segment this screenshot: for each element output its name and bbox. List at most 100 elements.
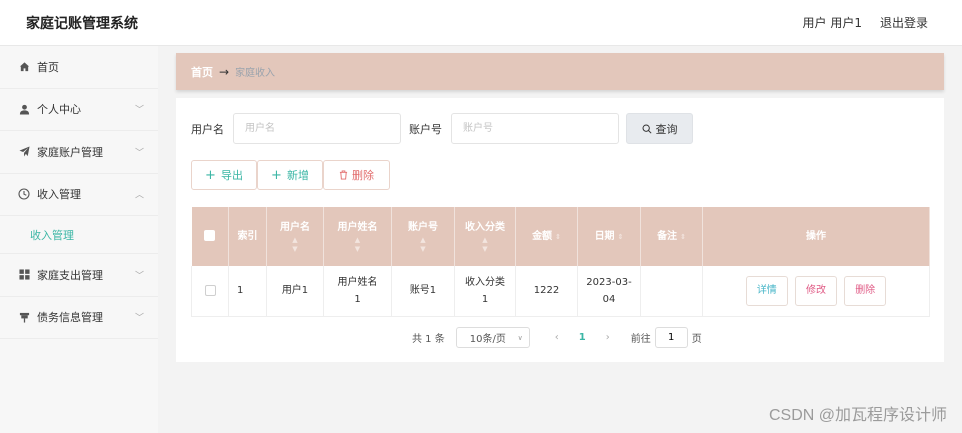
trash-icon bbox=[339, 170, 348, 180]
chevron-down-icon: ﹀ bbox=[134, 313, 144, 324]
delete-button[interactable]: 删除 bbox=[323, 160, 390, 190]
sidebar-item-debt-info[interactable]: 债务信息管理 ﹀ bbox=[0, 297, 158, 339]
cell-amount: 1222 bbox=[515, 266, 578, 317]
main-panel: 用户名 账户号 查询 + 导出 + 新增 删除 bbox=[176, 98, 944, 362]
chevron-up-icon: ︿ bbox=[134, 190, 144, 201]
sort-icon[interactable]: ⇕ bbox=[680, 233, 686, 241]
sidebar-item-label: 首页 bbox=[37, 60, 59, 74]
delete-button-label: 删除 bbox=[352, 169, 374, 182]
search-form: 用户名 账户号 查询 bbox=[191, 113, 693, 144]
submenu-item-income-management[interactable]: 收入管理 bbox=[0, 216, 158, 254]
prev-page-icon[interactable]: ‹ bbox=[550, 332, 564, 343]
home-icon bbox=[18, 61, 30, 73]
user-icon bbox=[18, 103, 30, 115]
pagination: 共 1 条 10条/页 ∨ ‹ 1 › 前往 页 bbox=[412, 327, 702, 348]
clock-icon bbox=[18, 188, 30, 200]
query-button-label: 查询 bbox=[655, 122, 678, 136]
sidebar-item-label: 个人中心 bbox=[37, 103, 81, 117]
sort-icon[interactable]: ⇕ bbox=[618, 233, 624, 241]
select-all-cell bbox=[191, 207, 229, 266]
column-header-remark[interactable]: 备注 ⇕ bbox=[640, 207, 703, 266]
grid-icon bbox=[18, 269, 30, 281]
row-select-cell bbox=[191, 266, 229, 317]
edit-button[interactable]: 修改 bbox=[795, 275, 837, 306]
action-toolbar: + 导出 + 新增 删除 bbox=[191, 160, 390, 190]
sort-icon[interactable]: ▲ ▼ bbox=[324, 236, 391, 254]
detail-button[interactable]: 详情 bbox=[745, 275, 788, 306]
sidebar-item-income[interactable]: 收入管理 ︿ bbox=[0, 174, 158, 216]
sort-icon[interactable]: ▲ ▼ bbox=[392, 236, 454, 254]
sidebar-item-family-account[interactable]: 家庭账户管理 ﹀ bbox=[0, 131, 158, 174]
sidebar: 首页 个人中心 ﹀ 家庭账户管理 ﹀ 收入管理 ︿ 收入管理 家庭支出管理 ﹀ … bbox=[0, 46, 158, 433]
total-count: 共 1 条 bbox=[412, 334, 445, 345]
username-search-input[interactable] bbox=[233, 113, 401, 144]
account-search-input[interactable] bbox=[451, 113, 619, 144]
breadcrumb: 首页 → 家庭收入 bbox=[176, 53, 944, 90]
current-user[interactable]: 用户 用户1 bbox=[803, 14, 862, 31]
sidebar-item-family-expense[interactable]: 家庭支出管理 ﹀ bbox=[0, 254, 158, 297]
page-number-current[interactable]: 1 bbox=[579, 332, 586, 343]
breadcrumb-current: 家庭收入 bbox=[235, 68, 276, 79]
column-header-category[interactable]: 收入分类 ▲ ▼ bbox=[454, 207, 516, 266]
top-header: 家庭记账管理系统 用户 用户1 退出登录 bbox=[0, 0, 962, 46]
chevron-down-icon: ﹀ bbox=[134, 271, 144, 282]
page-size-select[interactable]: 10条/页 ∨ bbox=[455, 327, 530, 348]
column-header-index: 索引 bbox=[228, 207, 267, 266]
add-button[interactable]: + 新增 bbox=[257, 160, 323, 190]
page-suffix-label: 页 bbox=[691, 334, 702, 345]
cell-remark bbox=[640, 266, 703, 317]
query-button[interactable]: 查询 bbox=[626, 113, 693, 144]
goto-page-input[interactable] bbox=[654, 327, 688, 348]
sort-icon[interactable]: ⇕ bbox=[555, 233, 561, 241]
search-icon bbox=[642, 124, 652, 134]
income-table: 索引 用户名 ▲ ▼ 用户姓名 ▲ ▼ 账户号 ▲ ▼ 收入分类 ▲ ▼ 金额 ⇕ 日期 ⇕ 备注 ⇕… bbox=[191, 207, 930, 317]
next-page-icon[interactable]: › bbox=[601, 332, 615, 343]
send-icon bbox=[18, 146, 30, 158]
sidebar-item-label: 债务信息管理 bbox=[37, 311, 103, 325]
table-row: 1 用户1 用户姓名 1 账号1 收入分类 1 1222 2023-03- 04 详情… bbox=[191, 266, 930, 317]
watermark: CSDN @加瓦程序设计师 bbox=[768, 407, 947, 424]
column-header-username[interactable]: 用户名 ▲ ▼ bbox=[266, 207, 324, 266]
plus-icon: + bbox=[205, 167, 216, 183]
sidebar-item-profile[interactable]: 个人中心 ﹀ bbox=[0, 89, 158, 131]
add-button-label: 新增 bbox=[286, 169, 309, 182]
cell-ops: 详情 修改 删除 bbox=[702, 266, 930, 317]
account-label: 账户号 bbox=[409, 122, 442, 136]
row-checkbox[interactable] bbox=[204, 284, 216, 296]
sidebar-item-label: 家庭支出管理 bbox=[37, 268, 103, 282]
column-header-ops: 操作 bbox=[702, 207, 930, 266]
column-header-realname[interactable]: 用户姓名 ▲ ▼ bbox=[323, 207, 392, 266]
row-delete-button[interactable]: 删除 bbox=[844, 275, 887, 306]
select-all-checkbox[interactable] bbox=[204, 230, 216, 241]
breadcrumb-home-link[interactable]: 首页 bbox=[191, 64, 213, 80]
export-button-label: 导出 bbox=[220, 169, 243, 182]
sort-icon[interactable]: ▲ ▼ bbox=[267, 236, 323, 254]
chevron-down-icon: ∨ bbox=[517, 333, 523, 342]
sort-icon[interactable]: ▲ ▼ bbox=[455, 236, 515, 254]
cell-realname: 用户姓名 1 bbox=[323, 266, 392, 317]
table-header-row: 索引 用户名 ▲ ▼ 用户姓名 ▲ ▼ 账户号 ▲ ▼ 收入分类 ▲ ▼ 金额 ⇕ 日期 ⇕ 备注 ⇕… bbox=[191, 207, 930, 266]
sidebar-item-label: 收入管理 bbox=[37, 188, 81, 202]
export-button[interactable]: + 导出 bbox=[191, 160, 257, 190]
column-header-date[interactable]: 日期 ⇕ bbox=[577, 207, 641, 266]
pin-icon bbox=[18, 311, 30, 323]
cell-account: 账号1 bbox=[391, 266, 455, 317]
header-actions: 用户 用户1 退出登录 bbox=[803, 14, 928, 31]
chevron-down-icon: ﹀ bbox=[134, 105, 144, 116]
cell-username: 用户1 bbox=[266, 266, 324, 317]
username-label: 用户名 bbox=[191, 122, 224, 136]
arrow-right-icon: → bbox=[219, 64, 230, 79]
goto-label: 前往 bbox=[630, 334, 651, 345]
chevron-down-icon: ﹀ bbox=[134, 148, 144, 159]
cell-date: 2023-03- 04 bbox=[577, 266, 641, 317]
column-header-account[interactable]: 账户号 ▲ ▼ bbox=[391, 207, 455, 266]
page-size-value: 10条/页 bbox=[469, 334, 506, 345]
logout-link[interactable]: 退出登录 bbox=[880, 14, 928, 31]
cell-category: 收入分类 1 bbox=[454, 266, 516, 317]
cell-index: 1 bbox=[228, 266, 267, 317]
column-header-amount[interactable]: 金额 ⇕ bbox=[515, 207, 578, 266]
sidebar-item-home[interactable]: 首页 bbox=[0, 46, 158, 89]
app-title: 家庭记账管理系统 bbox=[26, 15, 138, 32]
plus-icon: + bbox=[271, 167, 282, 183]
sidebar-item-label: 家庭账户管理 bbox=[37, 145, 103, 159]
